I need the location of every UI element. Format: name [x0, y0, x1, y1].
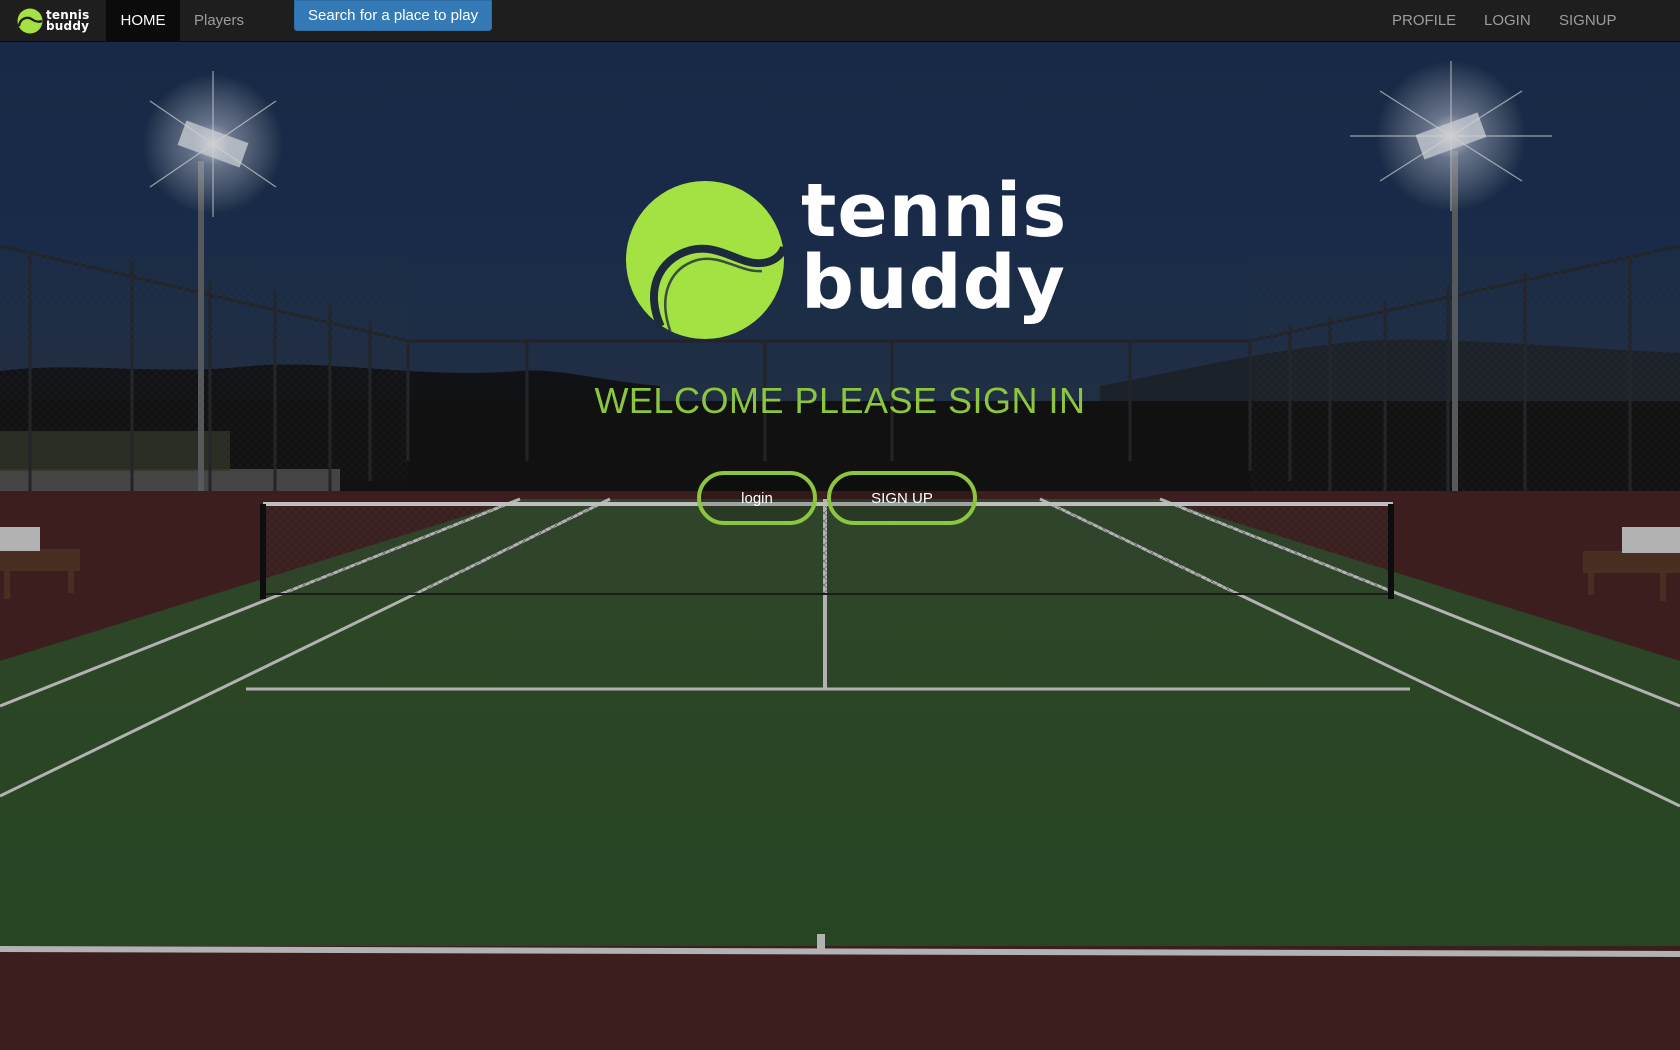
welcome-heading: WELCOME PLEASE SIGN IN	[594, 380, 1086, 421]
nav-players[interactable]: Players	[194, 0, 244, 41]
search-place-button[interactable]: Search for a place to play	[294, 0, 493, 31]
nav-profile[interactable]: PROFILE	[1392, 0, 1456, 41]
signup-button[interactable]: SIGN UP	[827, 471, 977, 525]
nav-home[interactable]: HOME	[106, 0, 180, 41]
nav-signup[interactable]: SIGNUP	[1559, 0, 1617, 41]
tennis-buddy-logo: tennis buddy	[626, 174, 1066, 356]
logo-line-1: tennis	[801, 168, 1068, 254]
logo-wordmark: tennis buddy	[801, 168, 1068, 326]
top-navbar: tennis buddy HOME Players Search for a p…	[0, 0, 1680, 42]
logo-line-2: buddy	[801, 240, 1066, 326]
brand-line-2: buddy	[46, 18, 90, 33]
tennis-ball-icon	[626, 181, 784, 339]
brand-wordmark: tennis buddy	[46, 9, 90, 33]
hero-section: tennis buddy WELCOME PLEASE SIGN IN logi…	[0, 41, 1680, 1050]
tennis-ball-icon	[17, 8, 43, 33]
nav-login[interactable]: LOGIN	[1484, 0, 1531, 41]
login-button[interactable]: login	[697, 471, 817, 525]
brand-logo[interactable]: tennis buddy	[0, 0, 106, 41]
